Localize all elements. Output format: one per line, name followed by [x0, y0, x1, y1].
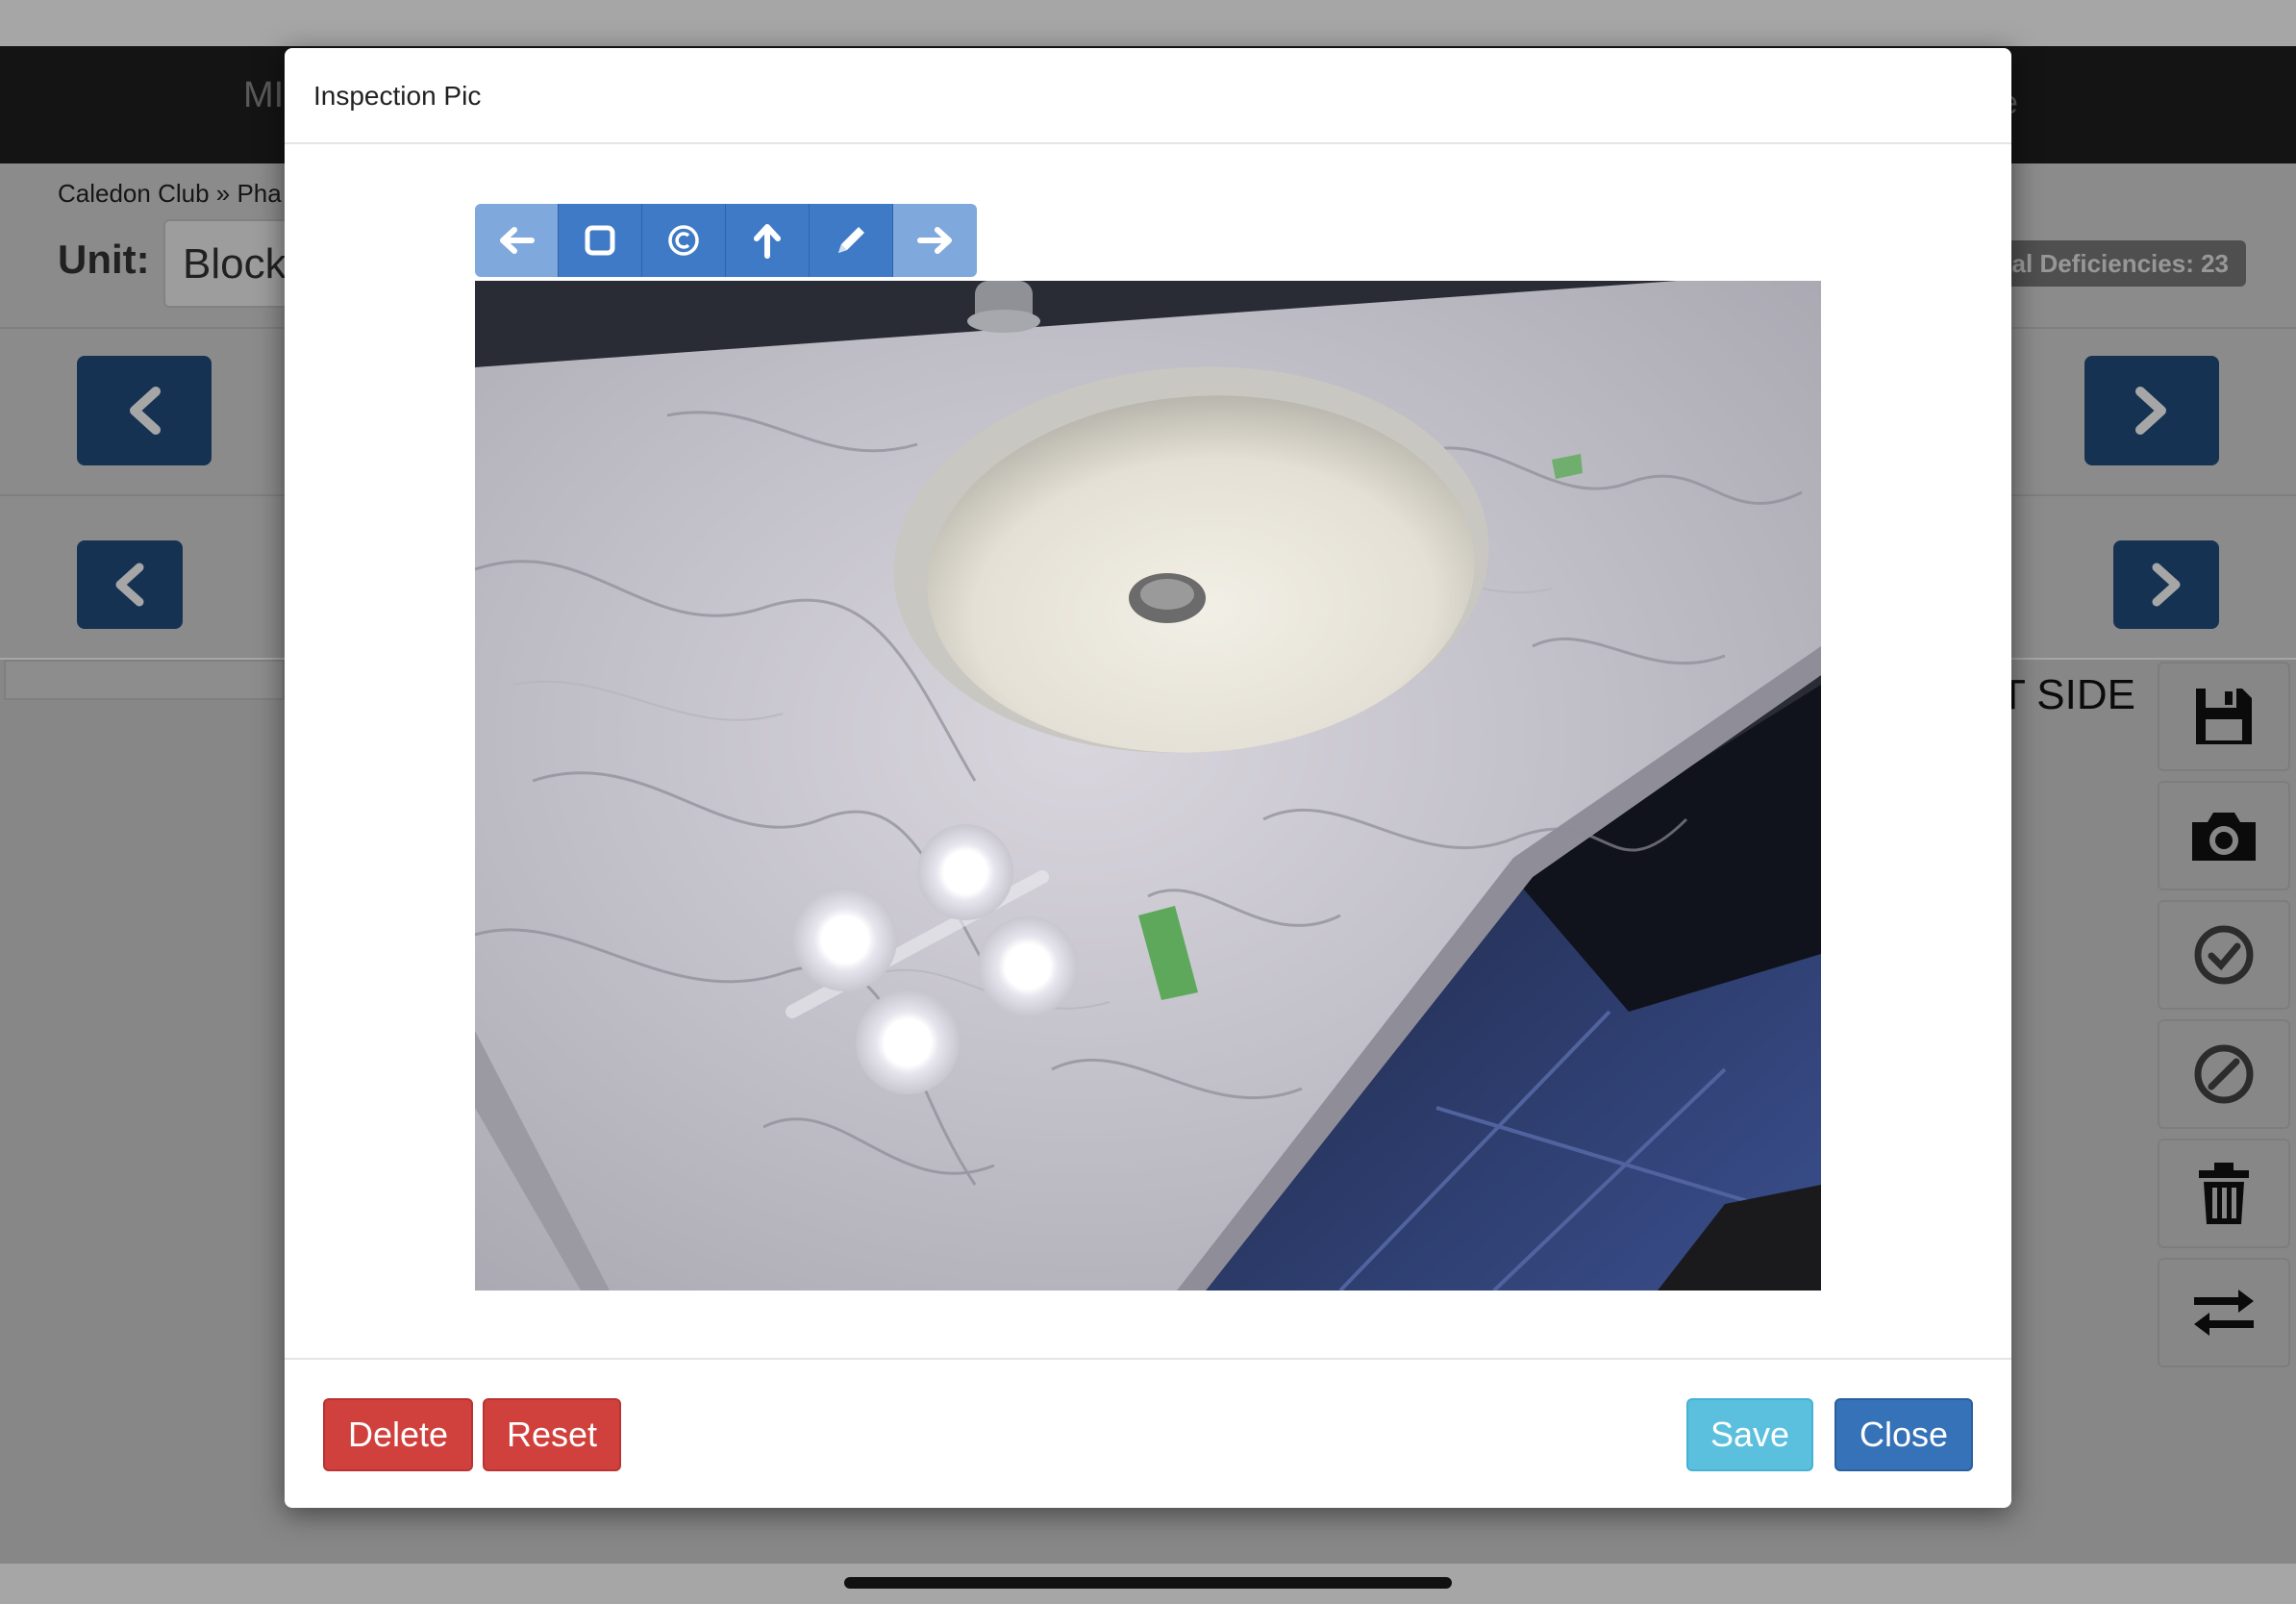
pencil-tool-button[interactable] [810, 204, 893, 277]
arrow-up-icon [754, 224, 781, 259]
sink-photo-image [475, 281, 1821, 1291]
arrow-right-icon [916, 227, 952, 254]
reset-button[interactable]: Reset [483, 1398, 621, 1471]
arrow-tool-button[interactable] [726, 204, 810, 277]
delete-button[interactable]: Delete [323, 1398, 473, 1471]
annotation-toolbar [475, 204, 977, 277]
undo-button[interactable] [475, 204, 559, 277]
circle-tool-button[interactable] [642, 204, 726, 277]
circle-icon [668, 225, 699, 256]
modal-header: Inspection Pic [285, 48, 2011, 144]
rectangle-tool-button[interactable] [559, 204, 642, 277]
home-indicator [844, 1577, 1452, 1589]
square-icon [585, 225, 615, 256]
modal-title: Inspection Pic [313, 81, 482, 111]
redo-button[interactable] [893, 204, 977, 277]
inspection-photo-canvas[interactable] [475, 281, 1821, 1291]
modal-footer: Delete Reset Save Close [285, 1358, 2011, 1508]
save-button[interactable]: Save [1686, 1398, 1813, 1471]
close-button[interactable]: Close [1834, 1398, 1973, 1471]
pencil-icon [838, 227, 864, 253]
arrow-left-icon [500, 227, 535, 254]
inspection-pic-modal: Inspection Pic Delete Reset Save Close [285, 48, 2011, 1508]
